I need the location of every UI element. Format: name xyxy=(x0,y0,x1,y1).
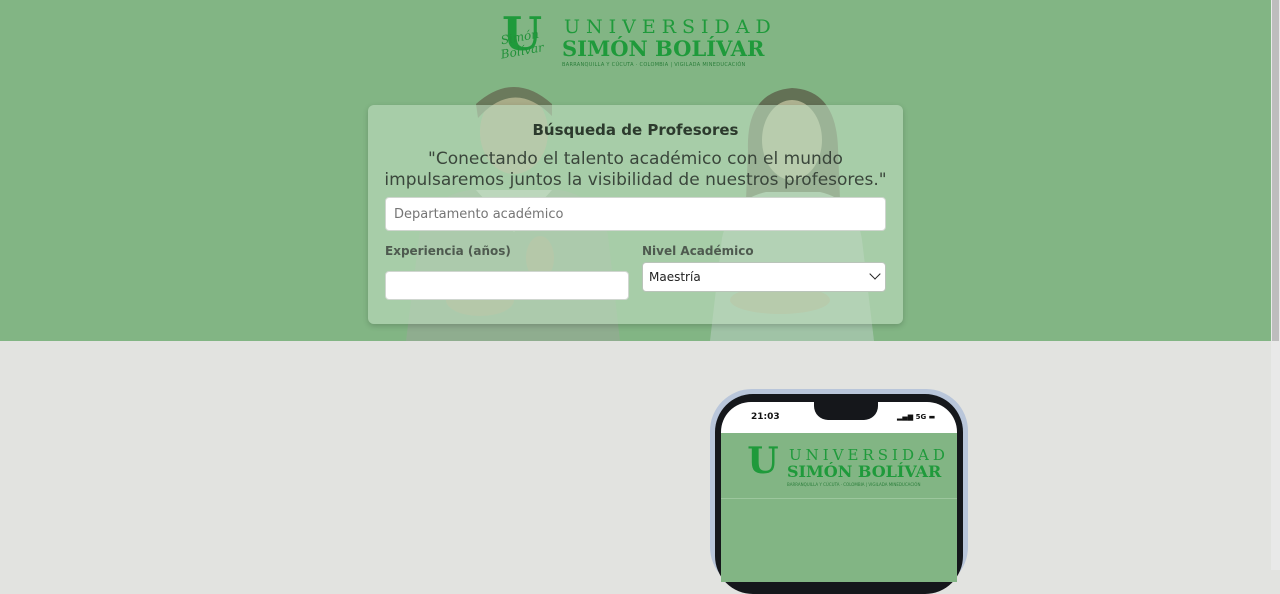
experience-input[interactable] xyxy=(385,271,629,300)
phone-network-label: 5G xyxy=(915,413,927,421)
phone-status-time: 21:03 xyxy=(751,412,780,422)
search-card-quote: "Conectando el talento académico con el … xyxy=(384,149,887,190)
phone-logo-u-mark: U xyxy=(747,440,779,482)
phone-screen: 21:03 ▂▄▆ 5G ▬ U UNIVERSIDAD SIMÓN BOLÍV… xyxy=(721,402,957,582)
logo-simon-bolivar-text: SIMÓN BOLÍVAR xyxy=(562,36,765,61)
phone-notch xyxy=(814,402,878,420)
phone-header-divider xyxy=(721,498,957,499)
logo-universidad-text: UNIVERSIDAD xyxy=(564,16,777,38)
search-card-title: Búsqueda de Profesores xyxy=(532,121,739,139)
phone-logo-tagline: BARRANQUILLA Y CÚCUTA · COLOMBIA | VIGIL… xyxy=(787,482,921,487)
department-input[interactable] xyxy=(385,197,886,231)
academic-level-selected-value: Maestría xyxy=(649,270,701,284)
chevron-down-icon xyxy=(869,268,881,280)
signal-bars-icon: ▂▄▆ xyxy=(897,413,914,421)
page-scrollbar-thumb[interactable] xyxy=(1272,0,1279,341)
phone-signal-icon: ▂▄▆ 5G ▬ xyxy=(897,413,935,421)
search-card: Búsqueda de Profesores "Conectando el ta… xyxy=(368,105,903,324)
logo-signature: Simón Bolívar xyxy=(499,26,545,62)
hero-banner: U Simón Bolívar UNIVERSIDAD SIMÓN BOLÍVA… xyxy=(0,0,1280,341)
phone-university-logo: U UNIVERSIDAD SIMÓN BOLÍVAR BARRANQUILLA… xyxy=(731,442,951,492)
academic-level-label: Nivel Académico xyxy=(642,244,754,258)
experience-label: Experiencia (años) xyxy=(385,244,511,258)
logo-tagline: BARRANQUILLA Y CÚCUTA · COLOMBIA | VIGIL… xyxy=(562,62,746,68)
phone-mockup: 21:03 ▂▄▆ 5G ▬ U UNIVERSIDAD SIMÓN BOLÍV… xyxy=(706,389,974,594)
academic-level-select[interactable]: Maestría xyxy=(642,262,886,292)
university-logo[interactable]: U Simón Bolívar UNIVERSIDAD SIMÓN BOLÍVA… xyxy=(486,11,786,72)
phone-logo-simon-bolivar-text: SIMÓN BOLÍVAR xyxy=(787,462,942,481)
battery-icon: ▬ xyxy=(928,413,936,421)
